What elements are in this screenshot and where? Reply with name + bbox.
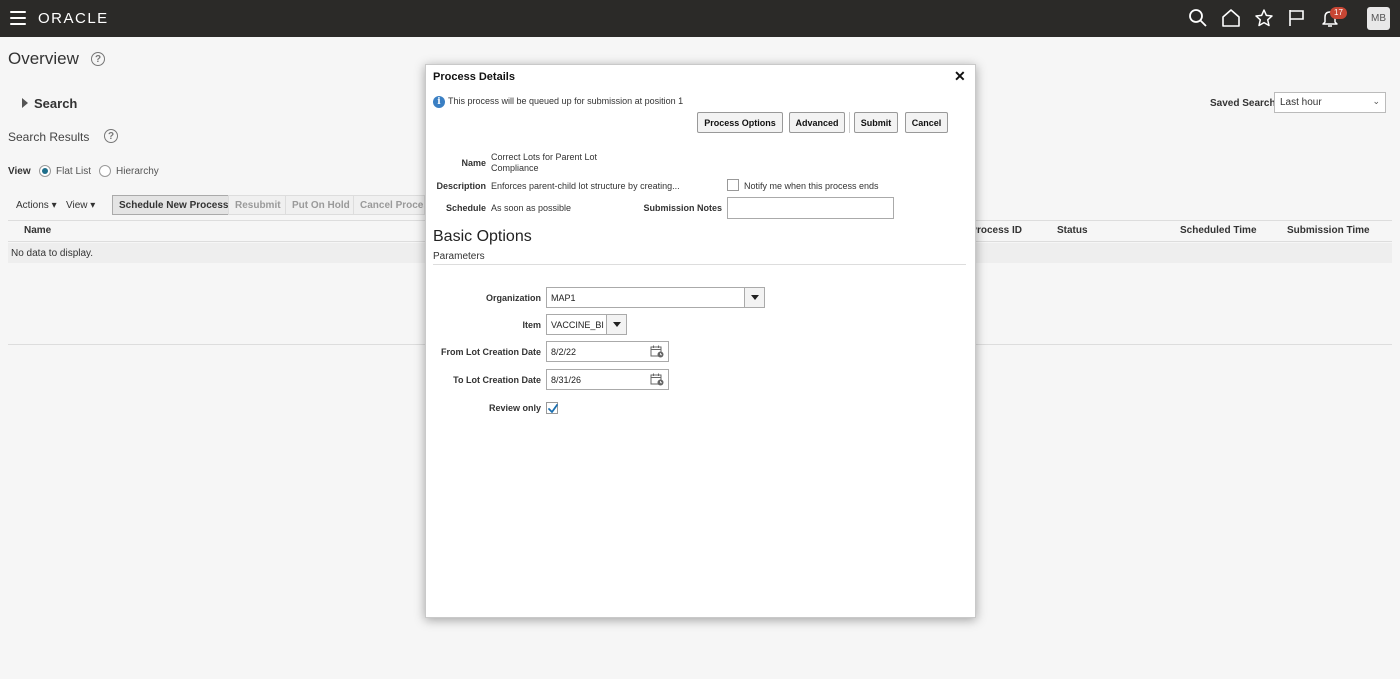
queue-info-message: This process will be queued up for submi… [448,96,684,106]
to-lot-creation-date-label: To Lot Creation Date [453,375,541,385]
section-divider [433,264,966,265]
dropdown-arrow-icon[interactable] [744,288,764,307]
basic-options-heading: Basic Options [433,228,532,245]
advanced-button[interactable]: Advanced [789,112,845,133]
review-only-label: Review only [488,403,541,413]
description-label: Description [436,181,486,191]
from-date-value: 8/2/22 [551,347,577,357]
item-select[interactable]: VACCINE_BI [546,314,627,335]
oracle-logo: ORACLE [38,10,109,27]
submit-button[interactable]: Submit [854,112,898,133]
button-separator [849,112,850,133]
calendar-icon[interactable] [650,373,664,386]
star-icon[interactable] [1254,8,1274,28]
notify-label: Notify me when this process ends [744,181,879,191]
hamburger-menu-icon[interactable] [10,11,26,25]
parameters-subheading: Parameters [433,251,485,262]
organization-label: Organization [485,293,541,303]
to-lot-creation-date-field[interactable]: 8/31/26 [546,369,669,390]
from-lot-creation-date-label: From Lot Creation Date [440,347,541,357]
dropdown-arrow-icon[interactable] [606,315,626,334]
schedule-label: Schedule [445,203,486,213]
dialog-title: Process Details [433,71,515,83]
info-icon: i [433,96,445,108]
process-details-dialog: Process Details ✕ i This process will be… [425,64,976,618]
process-name-value: Correct Lots for Parent Lot Compliance [491,152,597,174]
to-date-value: 8/31/26 [551,375,582,385]
notify-checkbox[interactable] [727,179,739,191]
description-value: Enforces parent-child lot structure by c… [491,181,680,191]
organization-select[interactable]: MAP1 [546,287,765,308]
item-label: Item [522,320,541,330]
notification-count-badge: 17 [1330,7,1347,19]
item-value: VACCINE_BI [551,320,604,330]
checkmark-icon [548,404,558,413]
cancel-button[interactable]: Cancel [905,112,948,133]
user-avatar[interactable]: MB [1367,7,1390,30]
home-icon[interactable] [1221,8,1241,28]
name-label: Name [461,158,486,168]
calendar-icon[interactable] [650,345,664,358]
organization-value: MAP1 [551,293,576,303]
submission-notes-label: Submission Notes [643,203,722,213]
top-navigation-bar: ORACLE 17 MB [0,0,1400,37]
review-only-checkbox[interactable] [546,402,558,414]
submission-notes-field[interactable] [727,197,894,219]
from-lot-creation-date-field[interactable]: 8/2/22 [546,341,669,362]
flag-icon[interactable] [1287,8,1307,28]
process-name-line-2: Compliance [491,163,539,173]
search-icon[interactable] [1188,8,1208,28]
close-icon[interactable]: ✕ [954,68,966,85]
process-options-button[interactable]: Process Options [697,112,783,133]
process-name-line-1: Correct Lots for Parent Lot [491,152,598,162]
schedule-value: As soon as possible [491,203,572,213]
